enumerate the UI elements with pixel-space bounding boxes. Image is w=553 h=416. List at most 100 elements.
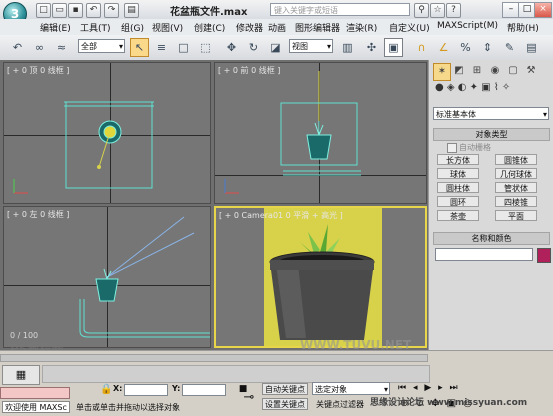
- select-link-icon[interactable]: ∞: [30, 38, 49, 57]
- keyboard-shortcut-icon[interactable]: ▣: [384, 38, 403, 57]
- undo-tool-icon[interactable]: ↶: [8, 38, 27, 57]
- mini-listener-icon[interactable]: ▦: [2, 365, 40, 385]
- left-view-wireframe: [79, 216, 210, 338]
- scale-icon[interactable]: ◪: [266, 38, 285, 57]
- rotate-icon[interactable]: ↻: [244, 38, 263, 57]
- sphere-button[interactable]: 球体: [437, 168, 479, 179]
- tube-button[interactable]: 管状体: [495, 182, 537, 193]
- modify-tab-icon[interactable]: ◩: [451, 63, 467, 79]
- playback-controls-icon[interactable]: ⏮ ◂ ▶ ▸ ⏭: [398, 381, 540, 395]
- unlink-icon[interactable]: ≈: [52, 38, 71, 57]
- open-file-icon[interactable]: ▭: [52, 3, 67, 18]
- autogrid-label: 自动栅格: [459, 143, 491, 152]
- select-manipulate-icon[interactable]: ✣: [362, 38, 381, 57]
- teapot-button[interactable]: 茶壶: [437, 210, 479, 221]
- top-view-wireframe: [64, 101, 154, 189]
- percent-snap-icon[interactable]: %: [456, 38, 475, 57]
- help-icon[interactable]: ?: [446, 3, 461, 18]
- menu-rendering[interactable]: 渲染(R): [346, 21, 377, 34]
- menu-graph-editors[interactable]: 图形编辑器: [295, 21, 340, 34]
- set-key-button[interactable]: 设置关键点: [262, 398, 308, 410]
- box-button[interactable]: 长方体: [437, 154, 479, 165]
- named-selection-icon[interactable]: ▤: [522, 38, 541, 57]
- name-color-rollout-header[interactable]: 名称和颜色: [433, 232, 550, 245]
- viewport-left[interactable]: [ + 0 左 0 线框 ] 0 / 100: [3, 206, 211, 348]
- search-input[interactable]: 键入关键字或短语: [270, 3, 410, 16]
- menu-create[interactable]: 创建(C): [194, 21, 225, 34]
- motion-tab-icon[interactable]: ◉: [487, 63, 503, 79]
- display-tab-icon[interactable]: ▢: [505, 63, 521, 79]
- menu-views[interactable]: 视图(V): [152, 21, 183, 34]
- subcategory-icons[interactable]: ● ◈ ◐ ✦ ▣ ⌇ ✧: [435, 82, 549, 94]
- utilities-tab-icon[interactable]: ⚒: [523, 63, 539, 79]
- cylinder-button[interactable]: 圆柱体: [437, 182, 479, 193]
- select-object-icon[interactable]: ↖: [130, 38, 149, 57]
- menu-modifiers[interactable]: 修改器: [236, 21, 263, 34]
- save-icon[interactable]: ▪: [68, 3, 83, 18]
- menu-bar: 编辑(E) 工具(T) 组(G) 视图(V) 创建(C) 修改器 动画 图形编辑…: [0, 19, 553, 36]
- title-bar: 3 □ ▭ ▪ ↶ ↷ ▤ 花盆瓶文件.max 键入关键字或短语 ⚲ ☆ ? –…: [0, 0, 553, 26]
- pivot-center-icon[interactable]: ▥: [338, 38, 357, 57]
- prompt-line: 单击或单击并拖动以选择对象: [76, 403, 180, 412]
- maxscript-listener-pink[interactable]: [0, 387, 70, 399]
- axis-gizmo-icon: [224, 179, 239, 194]
- object-type-rollout-header[interactable]: 对象类型: [433, 128, 550, 141]
- object-color-swatch[interactable]: [537, 248, 551, 263]
- camera-view-pot-render: [269, 224, 375, 340]
- menu-maxscript[interactable]: MAXScript(M): [437, 21, 498, 31]
- reference-coord-dropdown[interactable]: 视图: [289, 39, 333, 53]
- project-folder-icon[interactable]: ▤: [124, 3, 139, 18]
- menu-customize[interactable]: 自定义(U): [389, 21, 430, 34]
- frame-counter: 0 / 100: [10, 331, 39, 340]
- torus-button[interactable]: 圆环: [437, 196, 479, 207]
- create-tab-icon[interactable]: ✶: [433, 63, 451, 81]
- cone-button[interactable]: 圆锥体: [495, 154, 537, 165]
- category-dropdown[interactable]: 标准基本体: [433, 107, 549, 121]
- viewport-front[interactable]: [ + 0 前 0 线框 ]: [214, 62, 427, 204]
- auto-key-button[interactable]: 自动关键点: [262, 383, 308, 395]
- viewport-top[interactable]: [ + 0 顶 0 线框 ]: [3, 62, 211, 204]
- redo-icon[interactable]: ↷: [104, 3, 119, 18]
- edit-named-sets-icon[interactable]: ✎: [500, 38, 519, 57]
- welcome-text: 欢迎使用 MAXSc: [2, 401, 70, 413]
- menu-help[interactable]: 帮助(H): [507, 21, 539, 34]
- rect-selection-icon[interactable]: □: [174, 38, 193, 57]
- menu-animation[interactable]: 动画: [268, 21, 286, 34]
- angle-snap-icon[interactable]: ∠: [434, 38, 453, 57]
- autogrid-checkbox[interactable]: [447, 143, 457, 153]
- geosphere-button[interactable]: 几何球体: [495, 168, 537, 179]
- select-by-name-icon[interactable]: ≡: [152, 38, 171, 57]
- set-key-icon[interactable]: ⊸: [240, 389, 258, 407]
- plane-button[interactable]: 平面: [495, 210, 537, 221]
- lock-selection-icon[interactable]: 🔒: [100, 384, 112, 395]
- window-crossing-icon[interactable]: ⬚: [196, 38, 215, 57]
- selection-filter-dropdown[interactable]: 全部: [78, 39, 125, 53]
- object-name-field[interactable]: [435, 248, 533, 261]
- new-file-icon[interactable]: □: [36, 3, 51, 18]
- selected-object-dropdown[interactable]: 选定对象: [312, 382, 390, 396]
- move-icon[interactable]: ✥: [222, 38, 241, 57]
- axis-gizmo-icon: [13, 179, 28, 194]
- x-label: X:: [113, 384, 123, 393]
- y-label: Y:: [172, 384, 181, 393]
- spinner-snap-icon[interactable]: ⇕: [478, 38, 497, 57]
- community-icon[interactable]: ☆: [430, 3, 445, 18]
- hierarchy-tab-icon[interactable]: ⊞: [469, 63, 485, 79]
- y-coordinate-field[interactable]: [182, 384, 226, 396]
- time-slider[interactable]: [0, 354, 428, 362]
- command-panel: ✶ ◩ ⊞ ◉ ▢ ⚒ ● ◈ ◐ ✦ ▣ ⌇ ✧ 标准基本体 对象类型 自动栅…: [428, 60, 553, 350]
- pyramid-button[interactable]: 四棱锥: [495, 196, 537, 207]
- undo-icon[interactable]: ↶: [86, 3, 101, 18]
- x-coordinate-field[interactable]: [124, 384, 168, 396]
- front-view-wireframe: [280, 71, 361, 176]
- menu-edit[interactable]: 编辑(E): [40, 21, 71, 34]
- snaps-toggle-icon[interactable]: ∩: [412, 38, 431, 57]
- menu-group[interactable]: 组(G): [121, 21, 144, 34]
- menu-tools[interactable]: 工具(T): [80, 21, 111, 34]
- key-filters-label[interactable]: 关键点过滤器: [316, 399, 364, 410]
- search-icon[interactable]: ⚲: [414, 3, 429, 18]
- close-button[interactable]: ×: [534, 2, 552, 18]
- watermark-right: 思缘设计论坛 www.missyuan.com: [370, 398, 528, 408]
- trackbar[interactable]: [42, 365, 430, 383]
- viewport-camera[interactable]: [ + 0 Camera01 0 平滑 + 高光 ]: [214, 206, 427, 348]
